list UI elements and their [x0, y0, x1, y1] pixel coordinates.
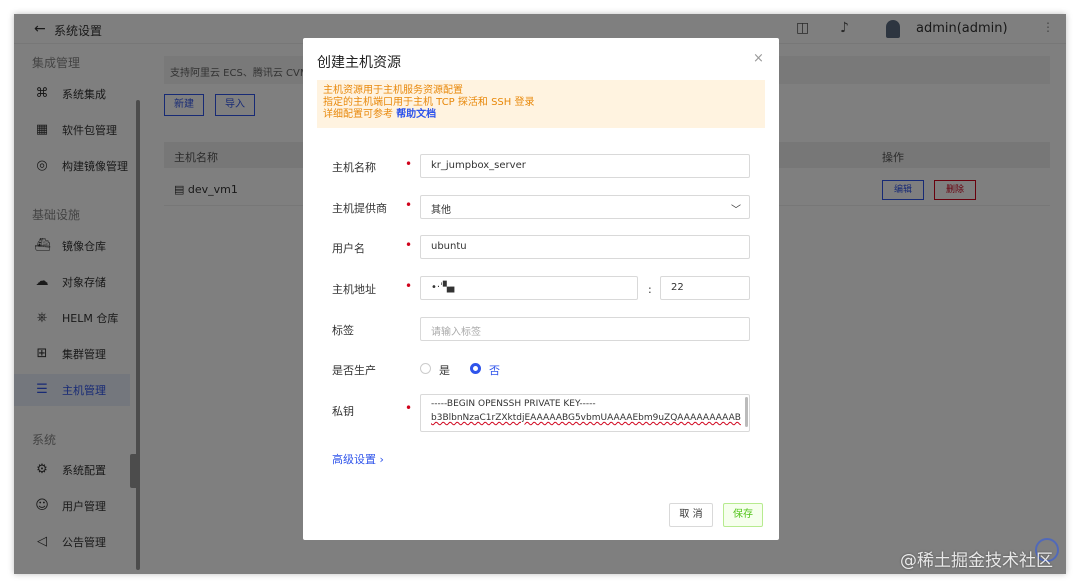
- save-button[interactable]: 保存: [723, 503, 763, 527]
- private-key-label: 私钥: [332, 405, 354, 418]
- info-line-1: 主机资源用于主机服务资源配置: [323, 85, 463, 96]
- address-label: 主机地址: [332, 283, 376, 296]
- textarea-scrollbar[interactable]: [745, 397, 748, 427]
- cancel-button[interactable]: 取 消: [669, 503, 713, 527]
- tags-label: 标签: [332, 324, 354, 337]
- required-mark: •: [405, 279, 413, 293]
- username-label: 用户名: [332, 242, 365, 255]
- host-name-value: kr_jumpbox_server: [431, 160, 526, 171]
- required-mark: •: [405, 198, 413, 212]
- chevron-down-icon: ﹀: [731, 205, 741, 216]
- advanced-settings-link[interactable]: 高级设置 ›: [332, 451, 384, 467]
- required-mark: •: [405, 157, 413, 171]
- username-value: ubuntu: [431, 241, 467, 252]
- radio-no-label[interactable]: 否: [489, 362, 500, 378]
- radio-yes[interactable]: [420, 363, 431, 374]
- info-alert: 主机资源用于主机服务资源配置 指定的主机端口用于主机 TCP 探活和 SSH 登…: [317, 80, 765, 128]
- port-input[interactable]: 22: [660, 276, 750, 300]
- tags-placeholder: 请输入标签: [431, 327, 481, 338]
- port-separator: :: [648, 283, 652, 296]
- required-mark: •: [405, 401, 413, 415]
- username-input[interactable]: ubuntu: [420, 235, 750, 259]
- app-window: ← 系统设置 ◫ ♪ admin(admin) ⋮ 集成管理 ⌘ 系统集成 ▦ …: [14, 14, 1066, 574]
- host-name-input[interactable]: kr_jumpbox_server: [420, 154, 750, 178]
- host-name-label: 主机名称: [332, 161, 376, 174]
- create-host-dialog: 创建主机资源 × 主机资源用于主机服务资源配置 指定的主机端口用于主机 TCP …: [303, 38, 779, 540]
- close-icon[interactable]: ×: [753, 51, 764, 66]
- dialog-title: 创建主机资源: [317, 55, 401, 71]
- provider-select[interactable]: 其他 ﹀: [420, 195, 750, 219]
- info-line-2: 指定的主机端口用于主机 TCP 探活和 SSH 登录: [323, 97, 535, 108]
- radio-no[interactable]: [470, 363, 481, 374]
- watermark: @稀土掘金技术社区: [900, 551, 1053, 571]
- provider-value: 其他: [431, 205, 451, 216]
- provider-label: 主机提供商: [332, 202, 387, 215]
- help-doc-link[interactable]: 帮助文档: [396, 109, 436, 120]
- private-key-line-1: -----BEGIN OPENSSH PRIVATE KEY-----: [431, 399, 596, 409]
- radio-yes-label[interactable]: 是: [439, 362, 450, 378]
- host-address-input[interactable]: •·ˈ▚▖: [420, 276, 638, 300]
- host-address-value: •·ˈ▚▖: [431, 282, 459, 293]
- info-line-3-text: 详细配置可参考: [323, 109, 393, 120]
- private-key-line-2: b3BlbnNzaC1rZXktdjEAAAAABG5vbmUAAAAEbm9u…: [431, 413, 741, 423]
- private-key-textarea[interactable]: -----BEGIN OPENSSH PRIVATE KEY----- b3Bl…: [420, 394, 750, 432]
- info-line-3: 详细配置可参考 帮助文档: [317, 109, 765, 121]
- required-mark: •: [405, 238, 413, 252]
- production-label: 是否生产: [332, 364, 376, 377]
- tags-input[interactable]: 请输入标签: [420, 317, 750, 341]
- port-value: 22: [671, 282, 684, 293]
